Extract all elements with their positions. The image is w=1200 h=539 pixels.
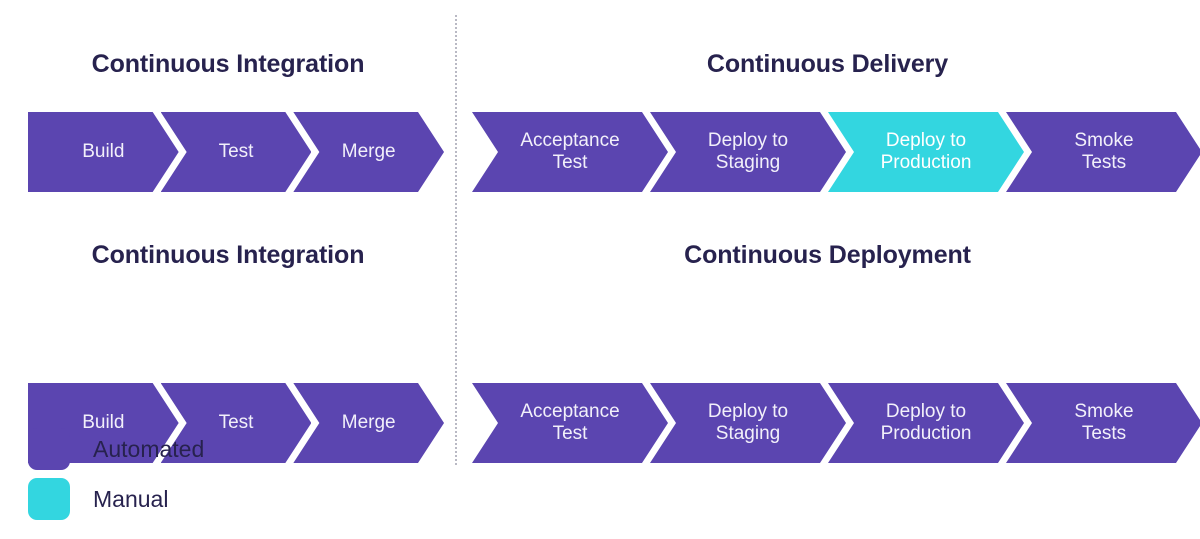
stage-label: Deploy to Staging xyxy=(707,130,789,173)
stage-deploy-to-staging[interactable]: Deploy to Staging xyxy=(650,112,846,192)
legend-swatch-automated xyxy=(28,428,70,470)
section-title: Continuous Delivery xyxy=(706,50,949,78)
legend-label: Manual xyxy=(93,485,169,512)
section-title: Continuous Deployment xyxy=(684,241,971,269)
stage-label: Build xyxy=(82,141,125,163)
legend-item-automated: Automated xyxy=(28,424,204,474)
right-panel: Continuous Delivery Acceptance Test Depl… xyxy=(455,0,1200,539)
section-continuous-integration-bottom: Continuous Integration xyxy=(28,243,428,268)
stage-test[interactable]: Test xyxy=(161,112,312,192)
stage-label: Smoke Tests xyxy=(1074,130,1134,173)
stage-merge[interactable]: Merge xyxy=(293,383,444,463)
stage-deploy-to-staging[interactable]: Deploy to Staging xyxy=(650,383,846,463)
stage-label: Merge xyxy=(341,412,396,434)
stage-label: Deploy to Production xyxy=(880,130,972,173)
stage-label: Smoke Tests xyxy=(1074,401,1134,444)
stage-label: Acceptance Test xyxy=(520,401,620,444)
stage-label: Deploy to Production xyxy=(880,401,972,444)
stage-merge[interactable]: Merge xyxy=(293,112,444,192)
legend-swatch-manual xyxy=(28,478,70,520)
left-panel: Continuous Integration Build Test Merge … xyxy=(0,0,455,539)
diagram-canvas: Continuous Integration Build Test Merge … xyxy=(0,0,1200,539)
legend-item-manual: Manual xyxy=(28,474,204,524)
section-title: Continuous Integration xyxy=(91,50,365,78)
stage-smoke-tests[interactable]: Smoke Tests xyxy=(1006,112,1200,192)
stage-label: Test xyxy=(218,141,254,163)
legend: Automated Manual xyxy=(28,424,204,524)
stage-smoke-tests[interactable]: Smoke Tests xyxy=(1006,383,1200,463)
legend-label: Automated xyxy=(93,435,205,462)
stage-deploy-to-production[interactable]: Deploy to Production xyxy=(828,112,1024,192)
section-continuous-delivery: Continuous Delivery xyxy=(470,52,1185,77)
pipeline-continuous-deployment: Acceptance Test Deploy to Staging Deploy… xyxy=(472,383,1200,463)
stage-label: Deploy to Staging xyxy=(707,401,789,444)
section-title: Continuous Integration xyxy=(91,241,365,269)
pipeline-continuous-integration-top: Build Test Merge xyxy=(28,112,444,192)
section-continuous-deployment: Continuous Deployment xyxy=(470,243,1185,268)
stage-build[interactable]: Build xyxy=(28,112,179,192)
stage-label: Acceptance Test xyxy=(520,130,620,173)
section-continuous-integration-top: Continuous Integration xyxy=(28,52,428,77)
stage-acceptance-test[interactable]: Acceptance Test xyxy=(472,383,668,463)
pipeline-continuous-delivery: Acceptance Test Deploy to Staging Deploy… xyxy=(472,112,1200,192)
stage-label: Test xyxy=(218,412,254,434)
stage-deploy-to-production[interactable]: Deploy to Production xyxy=(828,383,1024,463)
stage-acceptance-test[interactable]: Acceptance Test xyxy=(472,112,668,192)
stage-label: Merge xyxy=(341,141,396,163)
